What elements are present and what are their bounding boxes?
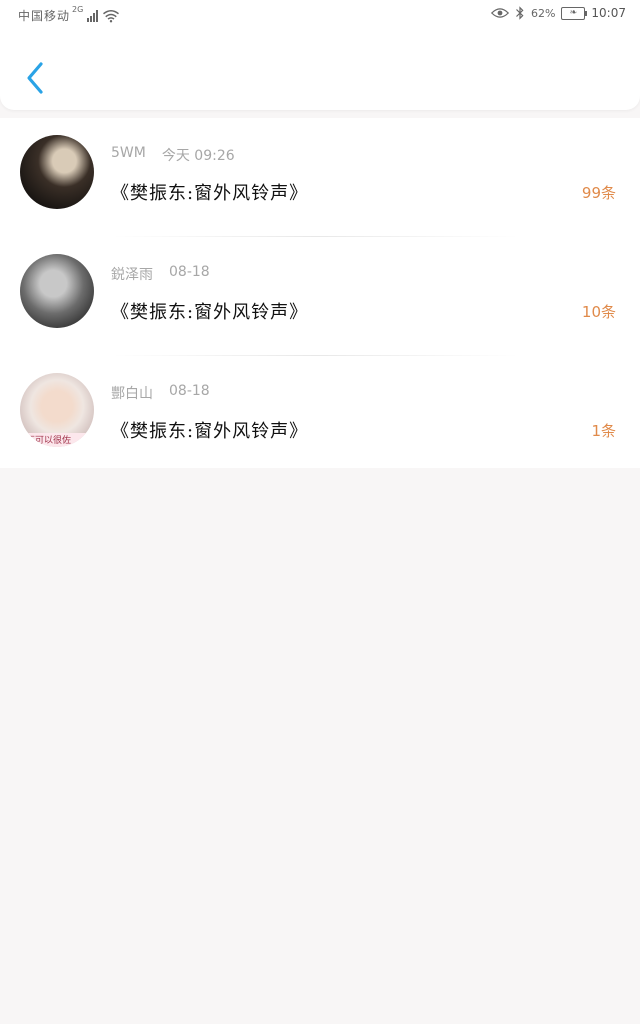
timestamp: 今天 09:26 bbox=[161, 148, 235, 164]
comment-count: 1条 bbox=[591, 422, 616, 440]
bluetooth-icon bbox=[516, 6, 524, 20]
item-meta: 鋭泽雨 08-18 bbox=[111, 264, 210, 284]
list-item[interactable]: 5WM 今天 09:26 《樊振东:窗外风铃声》 99条 bbox=[0, 118, 640, 237]
username: 5WM bbox=[111, 145, 146, 161]
carrier-label: 中国移动 bbox=[18, 9, 71, 23]
battery-icon: ❧ bbox=[561, 6, 588, 20]
comment-count: 99条 bbox=[581, 184, 616, 202]
header: 中国移动 2G 62% ❧ 10:07 bbox=[0, 0, 640, 110]
chevron-left-icon bbox=[27, 62, 43, 94]
username: 酆白山 bbox=[111, 386, 153, 402]
timestamp: 08-18 bbox=[169, 264, 210, 280]
comment-list: 5WM 今天 09:26 《樊振东:窗外风铃声》 99条 鋭泽雨 08-18 《… bbox=[0, 118, 640, 468]
status-left: 中国移动 2G bbox=[18, 5, 120, 24]
clock: 10:07 bbox=[591, 6, 626, 20]
item-meta: 5WM 今天 09:26 bbox=[111, 145, 235, 165]
list-item[interactable]: 鋭泽雨 08-18 《樊振东:窗外风铃声》 10条 bbox=[0, 237, 640, 356]
avatar[interactable] bbox=[20, 135, 94, 209]
status-bar: 中国移动 2G 62% ❧ 10:07 bbox=[0, 0, 640, 30]
network-type: 2G bbox=[72, 5, 84, 14]
back-button[interactable] bbox=[18, 58, 52, 98]
status-right: 62% ❧ 10:07 bbox=[490, 6, 626, 20]
item-title: 《樊振东:窗外风铃声》 bbox=[111, 421, 309, 442]
signal-icon bbox=[87, 9, 99, 22]
battery-percent: 62% bbox=[530, 6, 556, 20]
item-title: 《樊振东:窗外风铃声》 bbox=[111, 302, 309, 323]
avatar[interactable]: 不可以很佐 bbox=[20, 373, 94, 447]
leaf-icon: ❧ bbox=[569, 7, 578, 18]
item-meta: 酆白山 08-18 bbox=[111, 383, 210, 403]
timestamp: 08-18 bbox=[169, 383, 210, 399]
eye-icon bbox=[490, 8, 509, 18]
wifi-icon bbox=[103, 9, 120, 22]
list-item[interactable]: 不可以很佐 酆白山 08-18 《樊振东:窗外风铃声》 1条 bbox=[0, 356, 640, 475]
avatar[interactable] bbox=[20, 254, 94, 328]
username: 鋭泽雨 bbox=[111, 267, 153, 283]
comment-count: 10条 bbox=[581, 303, 616, 321]
avatar-caption: 不可以很佐 bbox=[26, 436, 72, 446]
item-title: 《樊振东:窗外风铃声》 bbox=[111, 183, 309, 204]
